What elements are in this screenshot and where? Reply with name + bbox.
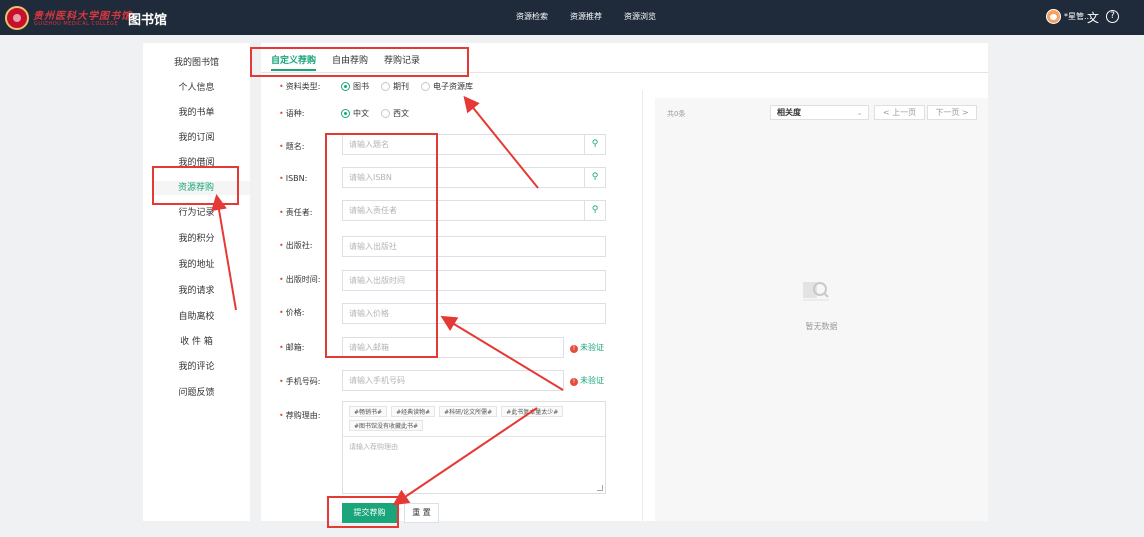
title-search-icon[interactable]: ⚲ — [584, 134, 606, 155]
field-label-type: • 资料类型: — [279, 82, 321, 91]
resize-handle-icon[interactable] — [597, 485, 603, 491]
type-radio-group: 图书 期刊 电子资源库 — [341, 81, 473, 92]
radio-chinese[interactable]: 中文 — [341, 108, 369, 119]
app-title[interactable]: 图书馆 — [128, 9, 167, 28]
phone-status-badge: ! 未验证 — [570, 375, 604, 386]
panel-divider — [642, 90, 643, 521]
reason-tag[interactable]: #图书馆没有收藏此书# — [349, 420, 424, 431]
sort-select[interactable]: 相关度 ⌄ — [770, 105, 869, 120]
warning-icon: ! — [570, 378, 578, 386]
annotation-box-submit — [327, 496, 399, 528]
reason-tag[interactable]: #科研/论文所需# — [439, 406, 498, 417]
isbn-search-icon[interactable]: ⚲ — [584, 167, 606, 188]
field-label-phone: • 手机号码: — [279, 377, 321, 386]
sidebar-item-feedback[interactable]: 问题反馈 — [143, 386, 250, 400]
author-search-icon[interactable]: ⚲ — [584, 200, 606, 221]
annotation-box-tabs — [250, 47, 469, 77]
chevron-down-icon: ⌄ — [856, 108, 863, 117]
reason-tag[interactable]: #畅销书# — [349, 406, 388, 417]
phone-field[interactable]: 请输入手机号码 — [342, 370, 564, 391]
email-status-badge: ! 未验证 — [570, 342, 604, 353]
nav-resource-browse[interactable]: 资源浏览 — [624, 11, 656, 22]
sidebar-item-comments[interactable]: 我的评论 — [143, 360, 250, 374]
sidebar-item-self-checkout[interactable]: 自助离校 — [143, 310, 250, 324]
avatar[interactable] — [1046, 9, 1061, 24]
annotation-box-sidebar — [152, 166, 239, 205]
result-count: 共0条 — [667, 110, 686, 118]
sidebar-item-booklist[interactable]: 我的书单 — [143, 106, 250, 120]
sidebar-item-my-library[interactable]: 我的图书馆 — [143, 56, 250, 70]
university-logo-text: 贵州医科大学图书馆 — [33, 11, 132, 22]
sidebar-item-points[interactable]: 我的积分 — [143, 232, 250, 246]
results-panel: 共0条 相关度 ⌄ < 上一页 下一页 > 暂无数据 — [655, 98, 988, 521]
sidebar-item-address[interactable]: 我的地址 — [143, 258, 250, 272]
next-page-button[interactable]: 下一页 > — [927, 105, 977, 120]
language-radio-group: 中文 西文 — [341, 108, 409, 119]
sidebar: 我的图书馆 个人信息 我的书单 我的订阅 我的借阅 资源荐购 行为记录 我的积分… — [143, 43, 250, 521]
sidebar-item-profile[interactable]: 个人信息 — [143, 81, 250, 95]
top-nav: 资源检索 资源推荐 资源浏览 — [516, 11, 656, 22]
annotation-box-fields — [325, 133, 438, 358]
radio-book[interactable]: 图书 — [341, 81, 369, 92]
warning-icon: ! — [570, 345, 578, 353]
reason-textarea[interactable]: #畅销书# #经典读物# #科研/论文所需# #此书复本量太少# #图书馆没有收… — [342, 401, 606, 494]
top-bar: 贵州医科大学图书馆 GUIZHOU MEDICAL COLLEGE 图书馆 资源… — [0, 0, 1144, 35]
reason-placeholder[interactable]: 请输入荐购理由 — [349, 442, 398, 452]
sidebar-item-subscriptions[interactable]: 我的订阅 — [143, 131, 250, 145]
university-seal-icon — [5, 6, 29, 30]
help-icon[interactable]: ? — [1106, 10, 1119, 23]
reset-button[interactable]: 重 置 — [404, 503, 439, 523]
field-label-reason: • 荐购理由: — [279, 411, 321, 420]
nav-resource-recommend[interactable]: 资源推荐 — [570, 11, 602, 22]
translate-icon[interactable]: 文 — [1087, 9, 1099, 26]
sidebar-item-requests[interactable]: 我的请求 — [143, 284, 250, 298]
reason-tag-list: #畅销书# #经典读物# #科研/论文所需# #此书复本量太少# #图书馆没有收… — [349, 406, 601, 431]
reason-tag[interactable]: #经典读物# — [391, 406, 436, 417]
prev-page-button[interactable]: < 上一页 — [874, 105, 925, 120]
reason-divider — [343, 436, 605, 437]
university-logo-subtext: GUIZHOU MEDICAL COLLEGE — [34, 21, 119, 27]
sidebar-item-activity-log[interactable]: 行为记录 — [143, 206, 250, 220]
radio-electronic-db[interactable]: 电子资源库 — [421, 81, 473, 92]
empty-data-text: 暂无数据 — [805, 322, 838, 331]
reason-tag[interactable]: #此书复本量太少# — [501, 406, 564, 417]
sidebar-item-inbox[interactable]: 收 件 箱 — [143, 335, 250, 349]
radio-western[interactable]: 西文 — [381, 108, 409, 119]
empty-data-icon — [803, 282, 829, 301]
radio-journal[interactable]: 期刊 — [381, 81, 409, 92]
nav-resource-search[interactable]: 资源检索 — [516, 11, 548, 22]
field-label-language: • 语种: — [279, 109, 305, 118]
